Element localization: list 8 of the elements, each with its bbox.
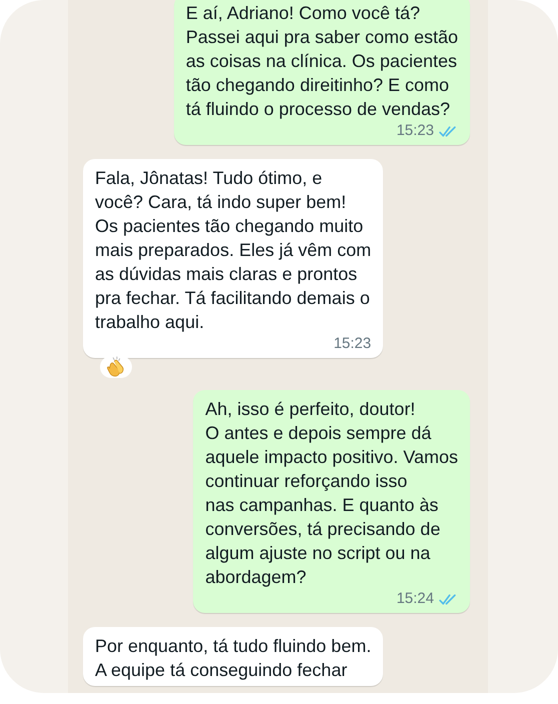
reaction-badge[interactable] (100, 356, 132, 378)
message-text: E aí, Adriano! Como você tá? Passei aqui pra saber como estão as coisas na clínica. Os pacientes tão chegando direitinho? E como tá fluindo o processo de vendas? (186, 2, 458, 121)
message-text: Fala, Jônatas! Tudo ótimo, e você? Cara, tá indo super bem! Os pacientes tão chegando muito mais preparados. Eles já vêm com as dúvidas mais claras e prontos pra fechar. Tá facilitando demais o trabalho aqui. (95, 167, 372, 334)
message-time: 15:23 (334, 334, 372, 354)
message-time: 15:23 (396, 121, 434, 141)
message-text: Por enquanto, tá tudo fluindo bem. A equipe tá conseguindo fechar (95, 635, 372, 682)
message-text: Ah, isso é perfeito, doutor! O antes e depois sempre dá aquele impacto positivo. Vamos continuar reforçando isso nas campanhas. E quanto às conversões, tá precisando de algum ajuste no script ou na abordagem? (205, 398, 458, 589)
message-time: 15:24 (396, 589, 434, 609)
